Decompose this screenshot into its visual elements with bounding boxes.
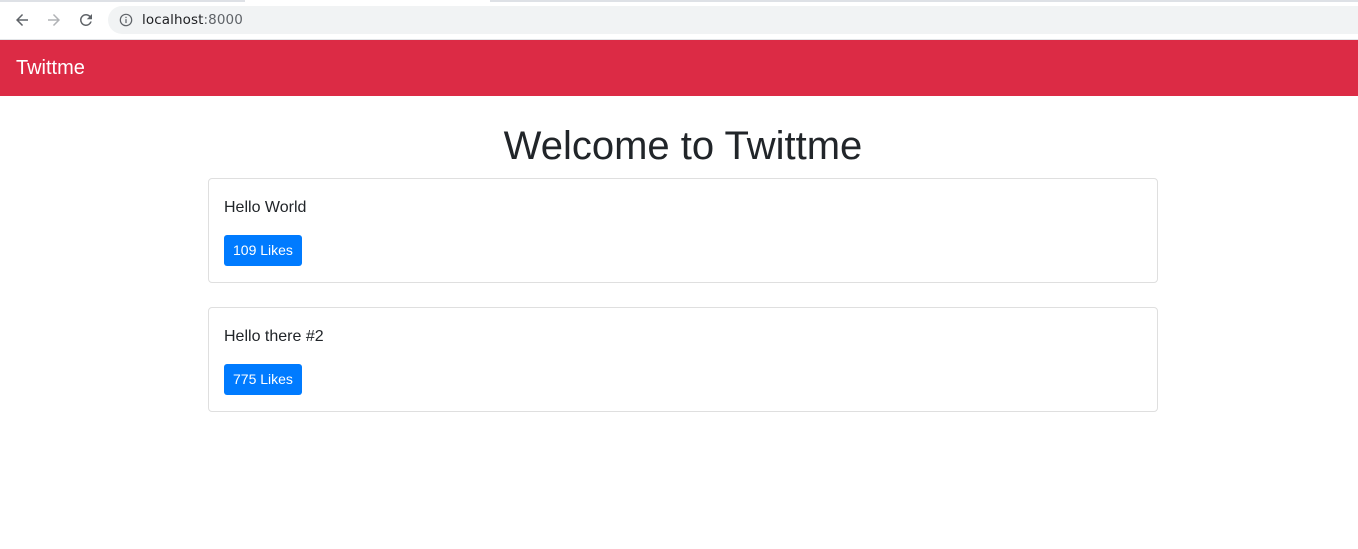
tab-strip — [0, 0, 1358, 2]
tweet-content: Hello there #2 — [224, 328, 324, 345]
tweet-card: Hello there #2 775 Likes — [208, 307, 1158, 412]
tweet-content: Hello World — [224, 199, 307, 216]
browser-toolbar: localhost:8000 — [0, 0, 1358, 40]
app-navbar: Twittme — [0, 40, 1358, 96]
info-icon[interactable] — [118, 12, 134, 28]
arrow-right-icon — [48, 14, 60, 26]
forward-button[interactable] — [40, 6, 68, 34]
tweet-card: Hello World 109 Likes — [208, 178, 1158, 283]
url-text[interactable]: localhost:8000 — [142, 12, 243, 28]
address-bar[interactable]: localhost:8000 — [108, 6, 1358, 34]
tab-indicator — [490, 0, 1358, 2]
url-host: localhost — [142, 12, 204, 28]
reload-icon — [79, 13, 92, 26]
navbar-brand[interactable]: Twittme — [16, 58, 85, 78]
url-port: :8000 — [203, 12, 243, 28]
arrow-left-icon — [16, 14, 28, 26]
reload-button[interactable] — [72, 6, 100, 34]
tab-indicator — [0, 0, 245, 2]
back-button[interactable] — [8, 6, 36, 34]
like-button[interactable]: 775 Likes — [224, 364, 302, 395]
main-content: Welcome to Twittme Hello World 109 Likes… — [208, 122, 1158, 412]
page-title: Welcome to Twittme — [503, 124, 863, 168]
like-button[interactable]: 109 Likes — [224, 235, 302, 266]
